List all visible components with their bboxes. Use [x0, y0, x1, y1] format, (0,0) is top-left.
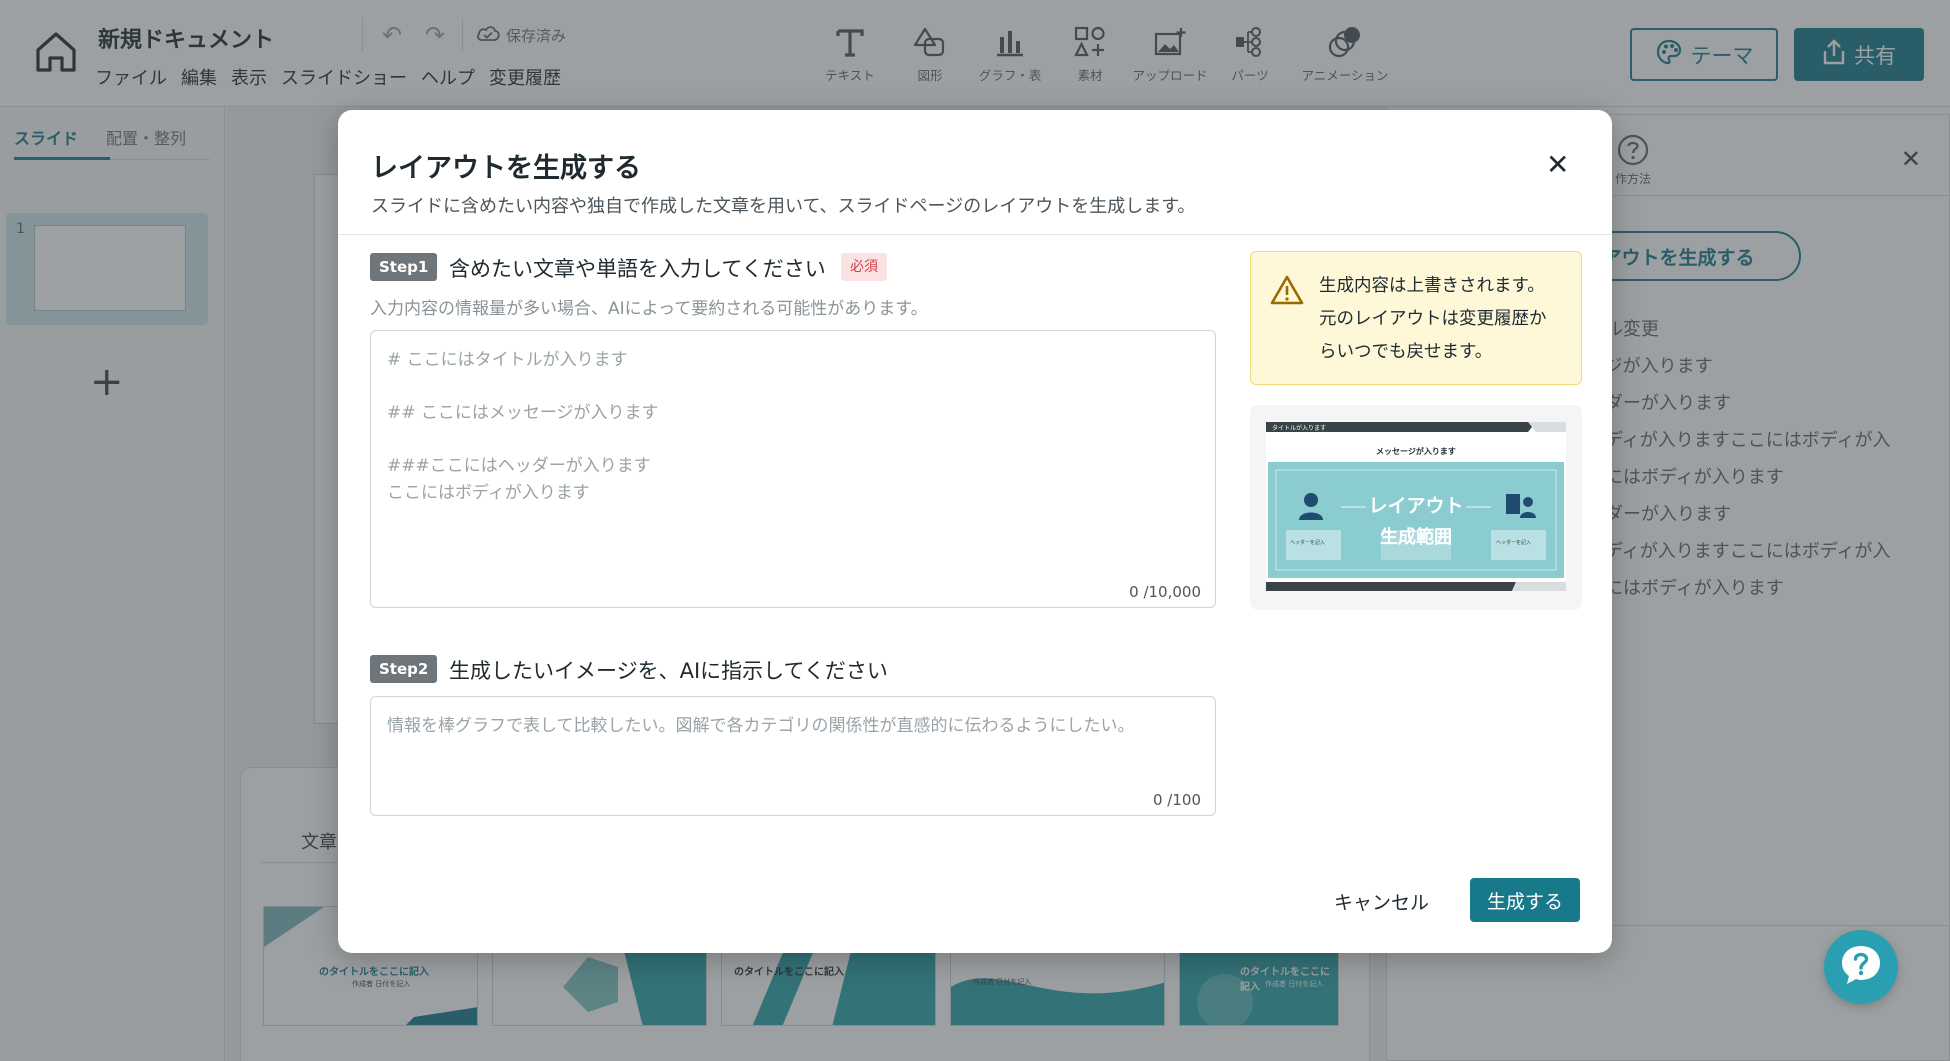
close-icon[interactable]: ✕	[1546, 148, 1569, 181]
generate-layout-dialog: レイアウトを生成する スライドに含めたい内容や独自で作成した文章を用いて、スライ…	[338, 110, 1612, 953]
placeholder-line: ###ここにはヘッダーが入ります	[387, 456, 651, 476]
char-counter: 0 /10,000	[1129, 583, 1201, 601]
preview-message-text: メッセージが入ります	[1376, 447, 1456, 456]
dialog-subtitle: スライドに含めたい内容や独自で作成した文章を用いて、スライドページのレイアウトを…	[371, 196, 1196, 217]
preview-overlay-line2: 生成範囲	[1380, 527, 1452, 548]
placeholder-line: ここにはボディが入ります	[387, 483, 590, 503]
placeholder-line: ## ここにはメッセージが入ります	[387, 403, 659, 423]
step2-label: 生成したいイメージを、AIに指示してください	[449, 659, 888, 683]
warning-line: 生成内容は上書きされます。	[1319, 276, 1545, 296]
char-counter: 0 /100	[1153, 791, 1201, 809]
layout-preview: タイトルが入ります メッセージが入ります ヘッダーを記入 ヘッダーを記入 レイア…	[1250, 405, 1582, 610]
required-badge: 必須	[841, 253, 887, 281]
help-chat-button[interactable]	[1824, 930, 1898, 1004]
question-chat-icon	[1838, 942, 1884, 992]
dialog-divider	[338, 234, 1612, 235]
warning-line: 元のレイアウトは変更履歴か	[1319, 309, 1547, 329]
dialog-title: レイアウトを生成する	[371, 153, 641, 184]
step1-label: 含めたい文章や単語を入力してください	[449, 257, 826, 281]
step2-badge: Step2	[370, 655, 438, 683]
warning-text: 生成内容は上書きされます。 元のレイアウトは変更履歴か らいつでも戻せます。	[1319, 270, 1547, 369]
preview-slide: タイトルが入ります メッセージが入ります ヘッダーを記入 ヘッダーを記入 レイア…	[1266, 422, 1566, 591]
cancel-button[interactable]: キャンセル	[1334, 888, 1429, 915]
preview-overlay-line1: レイアウト	[1368, 495, 1464, 517]
preview-header-text: タイトルが入ります	[1272, 425, 1327, 432]
content-textarea[interactable]: # ここにはタイトルが入ります ## ここにはメッセージが入ります ###ここに…	[370, 330, 1216, 608]
placeholder-line: # ここにはタイトルが入ります	[387, 350, 628, 370]
placeholder-text: 情報を棒グラフで表して比較したい。図解で各カテゴリの関係性が直感的に伝わるように…	[387, 716, 1135, 736]
overwrite-warning: 生成内容は上書きされます。 元のレイアウトは変更履歴か らいつでも戻せます。	[1250, 251, 1582, 385]
warning-icon	[1269, 274, 1305, 310]
step1-badge: Step1	[370, 253, 438, 281]
warning-line: らいつでも戻せます。	[1319, 342, 1493, 362]
instruction-textarea[interactable]: 情報を棒グラフで表して比較したい。図解で各カテゴリの関係性が直感的に伝わるように…	[370, 696, 1216, 816]
step1-hint: 入力内容の情報量が多い場合、AIによって要約される可能性があります。	[370, 299, 928, 319]
generate-button[interactable]: 生成する	[1470, 878, 1580, 922]
